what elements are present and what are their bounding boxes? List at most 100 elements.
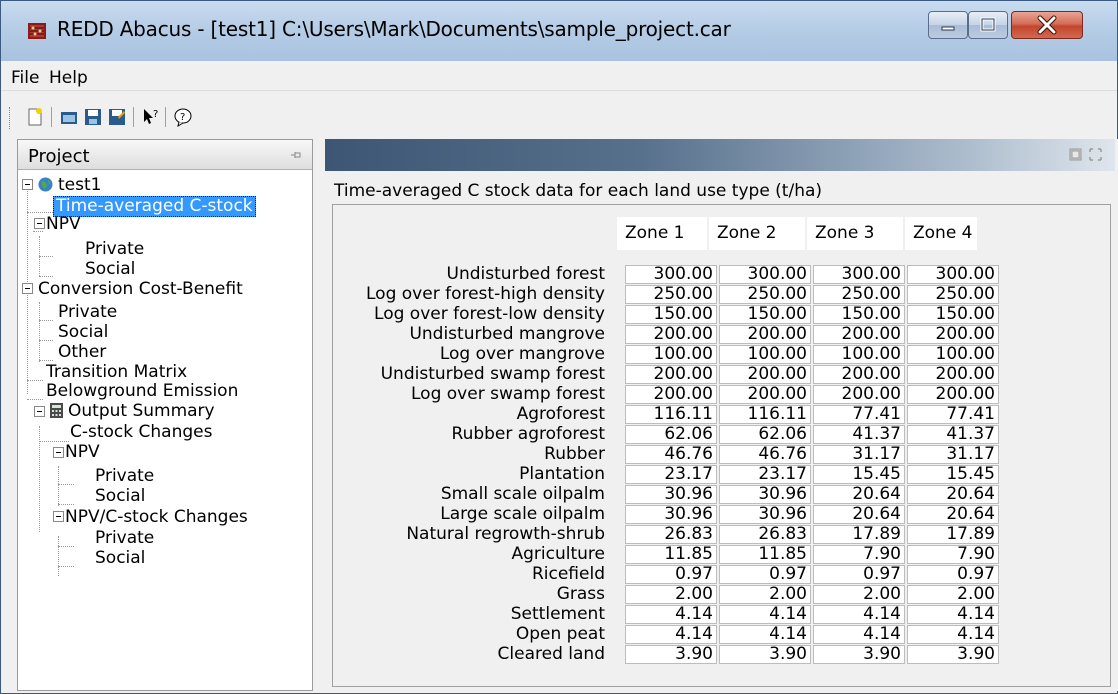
tree-item-output-npv-private[interactable]: Private	[95, 467, 154, 486]
table-cell[interactable]: 200.00	[907, 385, 999, 404]
table-cell[interactable]: 23.17	[625, 465, 717, 484]
table-cell[interactable]: 3.90	[907, 645, 999, 664]
table-cell[interactable]: 200.00	[625, 385, 717, 404]
table-cell[interactable]: 116.11	[719, 405, 811, 424]
table-cell[interactable]: 0.97	[813, 565, 905, 584]
table-cell[interactable]: 46.76	[719, 445, 811, 464]
table-cell[interactable]: 41.37	[813, 425, 905, 444]
table-cell[interactable]: 3.90	[625, 645, 717, 664]
maximize-document-icon[interactable]	[1089, 148, 1102, 161]
table-cell[interactable]: 20.64	[907, 485, 999, 504]
table-cell[interactable]: 250.00	[813, 285, 905, 304]
expander-output-summary[interactable]	[34, 406, 45, 417]
table-cell[interactable]: 15.45	[907, 465, 999, 484]
table-cell[interactable]: 116.11	[625, 405, 717, 424]
tree-item-conversion-private[interactable]: Private	[58, 303, 117, 322]
tree-item-output-npv[interactable]: NPV	[65, 443, 100, 462]
column-header-zone-2[interactable]: Zone 2	[709, 217, 805, 250]
table-cell[interactable]: 17.89	[813, 525, 905, 544]
table-cell[interactable]: 0.97	[907, 565, 999, 584]
table-cell[interactable]: 4.14	[907, 605, 999, 624]
table-cell[interactable]: 2.00	[719, 585, 811, 604]
table-cell[interactable]: 200.00	[719, 385, 811, 404]
table-cell[interactable]: 100.00	[907, 345, 999, 364]
table-cell[interactable]: 30.96	[625, 505, 717, 524]
table-cell[interactable]: 0.97	[625, 565, 717, 584]
table-cell[interactable]: 20.64	[907, 505, 999, 524]
table-cell[interactable]: 150.00	[625, 305, 717, 324]
table-cell[interactable]: 250.00	[719, 285, 811, 304]
toolbar-grip[interactable]	[9, 107, 12, 129]
tree-item-conversion-social[interactable]: Social	[58, 323, 108, 342]
table-cell[interactable]: 2.00	[813, 585, 905, 604]
table-cell[interactable]: 4.14	[625, 605, 717, 624]
table-cell[interactable]: 4.14	[813, 605, 905, 624]
maximize-button[interactable]	[968, 11, 1008, 39]
table-cell[interactable]: 250.00	[907, 285, 999, 304]
table-cell[interactable]: 300.00	[625, 265, 717, 284]
expander-conversion[interactable]	[22, 283, 33, 294]
table-cell[interactable]: 300.00	[813, 265, 905, 284]
title-bar[interactable]: REDD Abacus - [test1] C:\Users\Mark\Docu…	[1, 1, 1117, 61]
tree-item-npv[interactable]: NPV	[46, 215, 81, 234]
table-cell[interactable]: 3.90	[719, 645, 811, 664]
tree-item-conversion-cost-benefit[interactable]: Conversion Cost-Benefit	[38, 280, 243, 299]
tree-item-npv-cstock-changes[interactable]: NPV/C-stock Changes	[65, 508, 248, 527]
table-cell[interactable]: 100.00	[813, 345, 905, 364]
table-cell[interactable]: 15.45	[813, 465, 905, 484]
tree-item-belowground-emission[interactable]: Belowground Emission	[46, 382, 238, 401]
tree-item-conversion-other[interactable]: Other	[58, 343, 106, 362]
tree-item-transition-matrix[interactable]: Transition Matrix	[46, 363, 187, 382]
table-cell[interactable]: 200.00	[813, 325, 905, 344]
table-cell[interactable]: 7.90	[813, 545, 905, 564]
table-cell[interactable]: 200.00	[625, 325, 717, 344]
expander-output-npv[interactable]	[53, 447, 64, 458]
save-icon[interactable]	[83, 107, 103, 127]
table-cell[interactable]: 30.96	[719, 485, 811, 504]
tree-item-npv-cstock-social[interactable]: Social	[95, 549, 145, 568]
table-cell[interactable]: 300.00	[907, 265, 999, 284]
tree-item-npv-social[interactable]: Social	[85, 260, 135, 279]
table-cell[interactable]: 100.00	[719, 345, 811, 364]
table-cell[interactable]: 23.17	[719, 465, 811, 484]
table-cell[interactable]: 77.41	[813, 405, 905, 424]
table-cell[interactable]: 0.97	[719, 565, 811, 584]
table-cell[interactable]: 4.14	[813, 625, 905, 644]
tree-item-output-npv-social[interactable]: Social	[95, 487, 145, 506]
table-cell[interactable]: 200.00	[813, 385, 905, 404]
table-cell[interactable]: 77.41	[907, 405, 999, 424]
close-button[interactable]	[1011, 11, 1083, 39]
pin-icon[interactable]	[290, 149, 302, 161]
table-cell[interactable]: 200.00	[719, 365, 811, 384]
tree-item-output-summary[interactable]: Output Summary	[68, 402, 215, 421]
table-cell[interactable]: 2.00	[907, 585, 999, 604]
table-cell[interactable]: 4.14	[719, 605, 811, 624]
table-cell[interactable]: 200.00	[719, 325, 811, 344]
about-icon[interactable]: ?	[173, 107, 193, 127]
table-cell[interactable]: 20.64	[813, 485, 905, 504]
tree-item-time-averaged-cstock[interactable]: Time-averaged C-stock	[53, 196, 256, 217]
save-as-icon[interactable]	[107, 107, 127, 127]
table-cell[interactable]: 150.00	[813, 305, 905, 324]
table-cell[interactable]: 4.14	[719, 625, 811, 644]
table-cell[interactable]: 200.00	[625, 365, 717, 384]
table-cell[interactable]: 200.00	[907, 325, 999, 344]
new-icon[interactable]	[25, 107, 45, 127]
tree-item-npv-private[interactable]: Private	[85, 240, 144, 259]
table-cell[interactable]: 250.00	[625, 285, 717, 304]
column-header-zone-4[interactable]: Zone 4	[905, 217, 977, 250]
table-cell[interactable]: 11.85	[625, 545, 717, 564]
table-cell[interactable]: 200.00	[813, 365, 905, 384]
whats-this-icon[interactable]: ?	[141, 107, 161, 127]
menu-file[interactable]: File	[11, 68, 39, 88]
table-cell[interactable]: 20.64	[813, 505, 905, 524]
column-header-zone-1[interactable]: Zone 1	[617, 217, 707, 250]
table-cell[interactable]: 150.00	[719, 305, 811, 324]
table-cell[interactable]: 100.00	[625, 345, 717, 364]
open-icon[interactable]	[59, 107, 79, 127]
tree-item-npv-cstock-private[interactable]: Private	[95, 529, 154, 548]
table-cell[interactable]: 46.76	[625, 445, 717, 464]
table-cell[interactable]: 300.00	[719, 265, 811, 284]
minimize-button[interactable]	[928, 11, 968, 39]
table-cell[interactable]: 11.85	[719, 545, 811, 564]
